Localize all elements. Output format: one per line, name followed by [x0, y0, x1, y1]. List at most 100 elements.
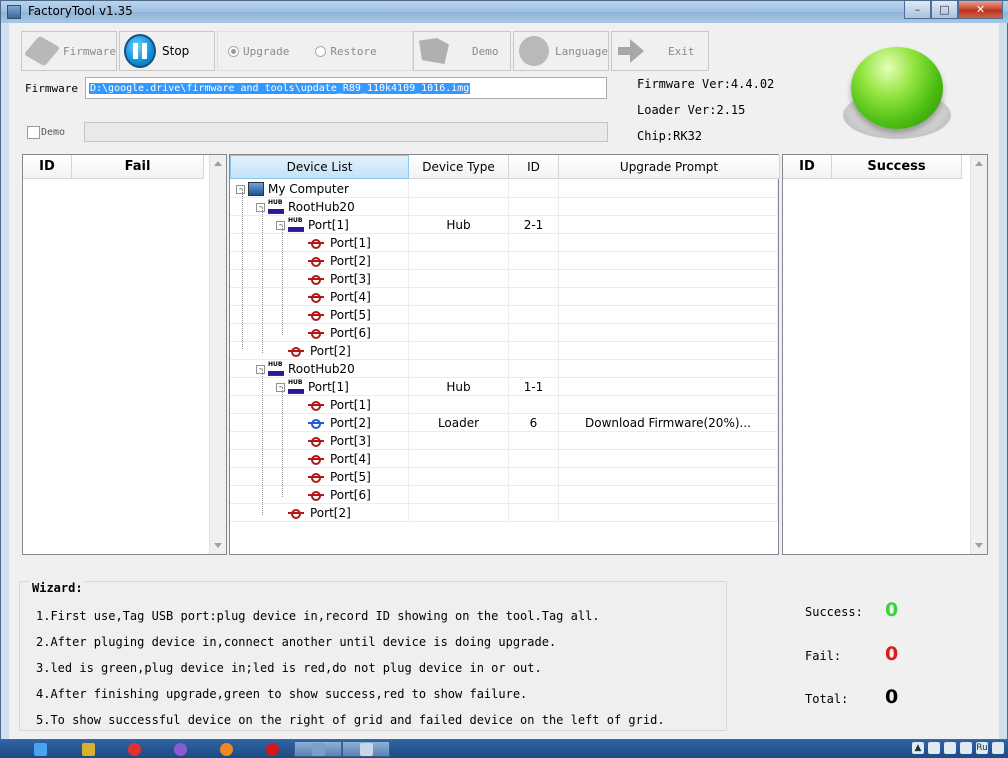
collapse-icon[interactable]: - — [236, 184, 245, 194]
device-id-header[interactable]: ID — [509, 155, 559, 179]
device-row[interactable]: Port[2] — [230, 342, 778, 360]
collapse-icon[interactable]: - — [276, 220, 285, 230]
window-icon — [359, 742, 373, 756]
demo-checkbox[interactable] — [27, 126, 40, 139]
exit-arrow-icon — [618, 39, 646, 63]
demo-button[interactable]: Demo — [413, 31, 511, 71]
success-grid[interactable]: ID Success — [782, 154, 988, 555]
device-label: Port[2] — [330, 416, 371, 430]
tray-icon[interactable] — [944, 742, 956, 754]
device-id-cell — [509, 288, 559, 306]
device-id-cell — [509, 396, 559, 414]
usb-icon — [308, 328, 326, 339]
device-row[interactable]: - HUB RootHub20 — [230, 360, 778, 378]
upgrade-prompt-header[interactable]: Upgrade Prompt — [559, 155, 780, 179]
fail-count-label: Fail: — [805, 649, 842, 663]
scroll-up-icon[interactable] — [214, 161, 222, 166]
stop-button[interactable]: Stop — [119, 31, 215, 71]
title-bar[interactable]: FactoryTool v1.35 – □ ✕ — [1, 1, 1008, 23]
device-row[interactable]: Port[2] — [230, 252, 778, 270]
taskbar-app[interactable] — [342, 741, 390, 757]
device-label: Port[2] — [310, 344, 351, 358]
scroll-down-icon[interactable] — [214, 543, 222, 548]
device-type-header[interactable]: Device Type — [409, 155, 509, 179]
success-grid-id-header[interactable]: ID — [783, 155, 832, 179]
fail-grid[interactable]: ID Fail — [22, 154, 227, 555]
device-type-cell — [409, 342, 509, 360]
device-id-cell: 2-1 — [509, 216, 559, 234]
device-row[interactable]: Port[3] — [230, 432, 778, 450]
taskbar-app[interactable] — [202, 741, 250, 757]
close-button[interactable]: ✕ — [958, 1, 1003, 19]
device-row[interactable]: Port[1] — [230, 234, 778, 252]
scroll-up-icon[interactable] — [975, 161, 983, 166]
usb-icon — [308, 310, 326, 321]
device-row[interactable]: - HUB RootHub20 — [230, 198, 778, 216]
usb-icon-active — [308, 418, 326, 429]
device-name-cell: Port[6] — [230, 324, 409, 342]
tray-icon[interactable] — [960, 742, 972, 754]
device-id-cell: 1-1 — [509, 378, 559, 396]
device-id-cell — [509, 468, 559, 486]
fail-grid-scrollbar[interactable] — [209, 155, 226, 554]
taskbar-start-button[interactable] — [16, 741, 64, 757]
device-row[interactable]: Port[5] — [230, 468, 778, 486]
app-icon — [7, 5, 21, 19]
device-row[interactable]: Port[3] — [230, 270, 778, 288]
collapse-icon[interactable]: - — [256, 202, 265, 212]
factorytool-window: FactoryTool v1.35 – □ ✕ Firmware Stop Up… — [0, 0, 1008, 740]
exit-button[interactable]: Exit — [611, 31, 709, 71]
tray-icon[interactable] — [928, 742, 940, 754]
firmware-button[interactable]: Firmware — [21, 31, 117, 71]
device-type-cell — [409, 288, 509, 306]
upgrade-radio[interactable]: Upgrade — [228, 45, 289, 58]
device-label: My Computer — [268, 182, 349, 196]
device-row[interactable]: - HUB Port[1] Hub 1-1 — [230, 378, 778, 396]
tray-icon[interactable] — [992, 742, 1004, 754]
device-type-cell — [409, 306, 509, 324]
fail-grid-id-header[interactable]: ID — [23, 155, 72, 179]
language-indicator[interactable]: Ru — [976, 742, 988, 754]
device-type-cell — [409, 468, 509, 486]
scroll-down-icon[interactable] — [975, 543, 983, 548]
maximize-button[interactable]: □ — [931, 1, 958, 19]
device-label: Port[1] — [330, 398, 371, 412]
taskbar-app[interactable] — [156, 741, 204, 757]
upgrade-prompt-cell — [559, 504, 778, 522]
factorytool-icon — [311, 742, 325, 756]
language-button[interactable]: Language — [513, 31, 609, 71]
device-row[interactable]: Port[2] Loader 6 Download Firmware(20%)... — [230, 414, 778, 432]
device-type-cell — [409, 324, 509, 342]
collapse-icon[interactable]: - — [276, 382, 285, 392]
device-row[interactable]: Port[2] — [230, 504, 778, 522]
device-row[interactable]: Port[6] — [230, 486, 778, 504]
taskbar-app[interactable] — [248, 741, 296, 757]
status-led-button[interactable] — [843, 45, 951, 141]
firmware-path-input[interactable]: D:\google.drive\firmware and tools\updat… — [85, 77, 607, 99]
device-row[interactable]: Port[6] — [230, 324, 778, 342]
device-name-cell: Port[2] — [230, 252, 409, 270]
exit-button-label: Exit — [668, 44, 695, 58]
fail-grid-fail-header[interactable]: Fail — [72, 155, 204, 179]
device-label: RootHub20 — [288, 200, 355, 214]
success-grid-scrollbar[interactable] — [970, 155, 987, 554]
taskbar-app[interactable] — [110, 741, 158, 757]
success-grid-success-header[interactable]: Success — [832, 155, 962, 179]
tray-icon[interactable]: ▲ — [912, 742, 924, 754]
device-row[interactable]: - HUB Port[1] Hub 2-1 — [230, 216, 778, 234]
taskbar-app-factorytool[interactable] — [294, 741, 342, 757]
device-row[interactable]: Port[4] — [230, 288, 778, 306]
device-row[interactable]: - My Computer — [230, 180, 778, 198]
collapse-icon[interactable]: - — [256, 364, 265, 374]
restore-radio[interactable]: Restore — [315, 45, 377, 58]
usb-icon — [308, 472, 326, 483]
minimize-button[interactable]: – — [904, 1, 931, 19]
wizard-step: 4.After finishing upgrade,green to show … — [36, 687, 528, 701]
device-row[interactable]: Port[5] — [230, 306, 778, 324]
taskbar-app[interactable] — [64, 741, 112, 757]
device-list-grid[interactable]: Device List Device Type ID Upgrade Promp… — [229, 154, 780, 555]
device-id-cell — [509, 432, 559, 450]
device-row[interactable]: Port[1] — [230, 396, 778, 414]
device-row[interactable]: Port[4] — [230, 450, 778, 468]
device-list-header[interactable]: Device List — [230, 155, 409, 179]
